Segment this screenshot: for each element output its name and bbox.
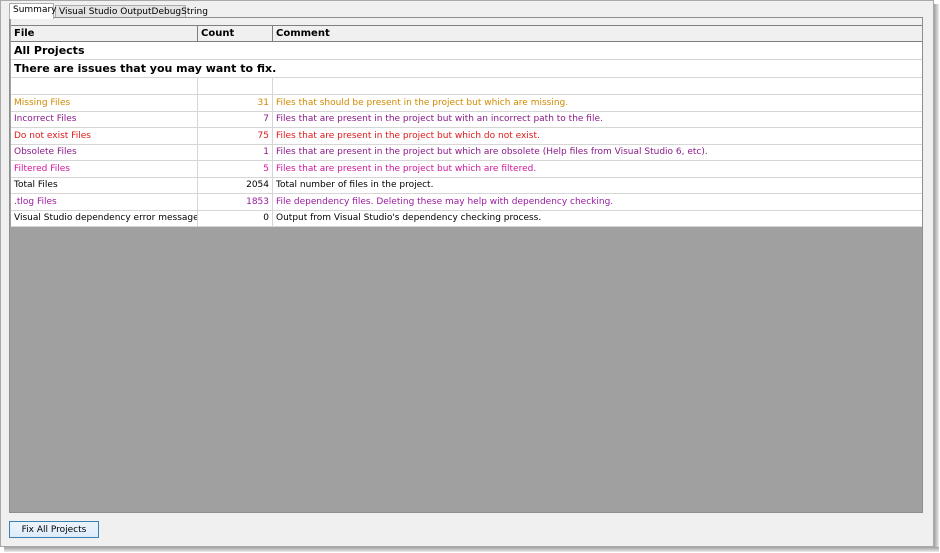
cell-comment: File dependency files. Deleting these ma… — [276, 196, 614, 207]
table-row[interactable]: Total Files 2054 Total number of files in … — [11, 177, 922, 194]
cell-comment: Files that should be present in the proj… — [276, 97, 569, 108]
blank-row — [11, 78, 922, 95]
window-shadow-right — [934, 4, 939, 550]
table-row[interactable]: Visual Studio dependency error messages 0… — [11, 210, 922, 227]
summary-panel: File Count Comment All Projects There ar… — [9, 17, 923, 513]
cell-count: 7 — [198, 111, 273, 127]
cell-count: 1853 — [198, 194, 273, 210]
cell-file: .tlog Files — [11, 194, 198, 210]
table-row[interactable]: Do not exist Files 75 Files that are prese… — [11, 128, 922, 145]
cell-count: 0 — [198, 210, 273, 226]
cell-comment: Output from Visual Studio's dependency c… — [276, 213, 542, 224]
cell-file: Missing Files — [11, 95, 198, 111]
cell-count: 5 — [198, 161, 273, 177]
table-row[interactable]: Missing Files 31 Files that should be pres… — [11, 95, 922, 112]
column-header-count[interactable]: Count — [198, 26, 273, 41]
cell-file: Do not exist Files — [11, 128, 198, 144]
cell-comment: Files that are present in the project bu… — [276, 147, 708, 158]
cell-file: Visual Studio dependency error messages — [11, 210, 198, 226]
cell-file: Incorrect Files — [11, 111, 198, 127]
column-header-comment[interactable]: Comment — [273, 26, 922, 41]
cell-comment: Files that are present in the project bu… — [276, 114, 603, 125]
issues-message: There are issues that you may want to fi… — [11, 60, 922, 78]
cell-comment: Files that are present in the project bu… — [276, 130, 540, 141]
grid-top-strip — [11, 18, 922, 25]
column-header-file[interactable]: File — [11, 26, 198, 41]
blank-cell — [198, 78, 273, 94]
cell-comment: Files that are present in the project bu… — [276, 163, 537, 174]
table-row[interactable]: Incorrect Files 7 Files that are present i… — [11, 111, 922, 128]
cell-comment: Total number of files in the project. — [276, 180, 434, 191]
grid-header: File Count Comment — [11, 25, 922, 42]
cell-file: Total Files — [11, 177, 198, 193]
main-window: Summary Visual Studio OutputDebugString … — [0, 0, 934, 547]
table-row[interactable]: .tlog Files 1853 File dependency files. De… — [11, 194, 922, 211]
summary-grid[interactable]: File Count Comment All Projects There ar… — [11, 25, 922, 227]
table-row[interactable]: Obsolete Files 1 Files that are present in… — [11, 144, 922, 161]
cell-count: 2054 — [198, 177, 273, 193]
cell-count: 1 — [198, 144, 273, 160]
cell-count: 75 — [198, 128, 273, 144]
section-title: All Projects — [11, 42, 922, 60]
tab-summary[interactable]: Summary — [9, 3, 57, 19]
window-shadow-bottom — [4, 547, 939, 552]
table-row[interactable]: Filtered Files 5 Files that are present in… — [11, 161, 922, 178]
cell-file: Obsolete Files — [11, 144, 198, 160]
data-rows: Missing Files 31 Files that should be pres… — [11, 95, 922, 227]
blank-cell — [11, 78, 198, 94]
cell-count: 31 — [198, 95, 273, 111]
cell-file: Filtered Files — [11, 161, 198, 177]
fix-all-projects-button[interactable]: Fix All Projects — [9, 521, 99, 538]
blank-cell — [273, 78, 922, 94]
